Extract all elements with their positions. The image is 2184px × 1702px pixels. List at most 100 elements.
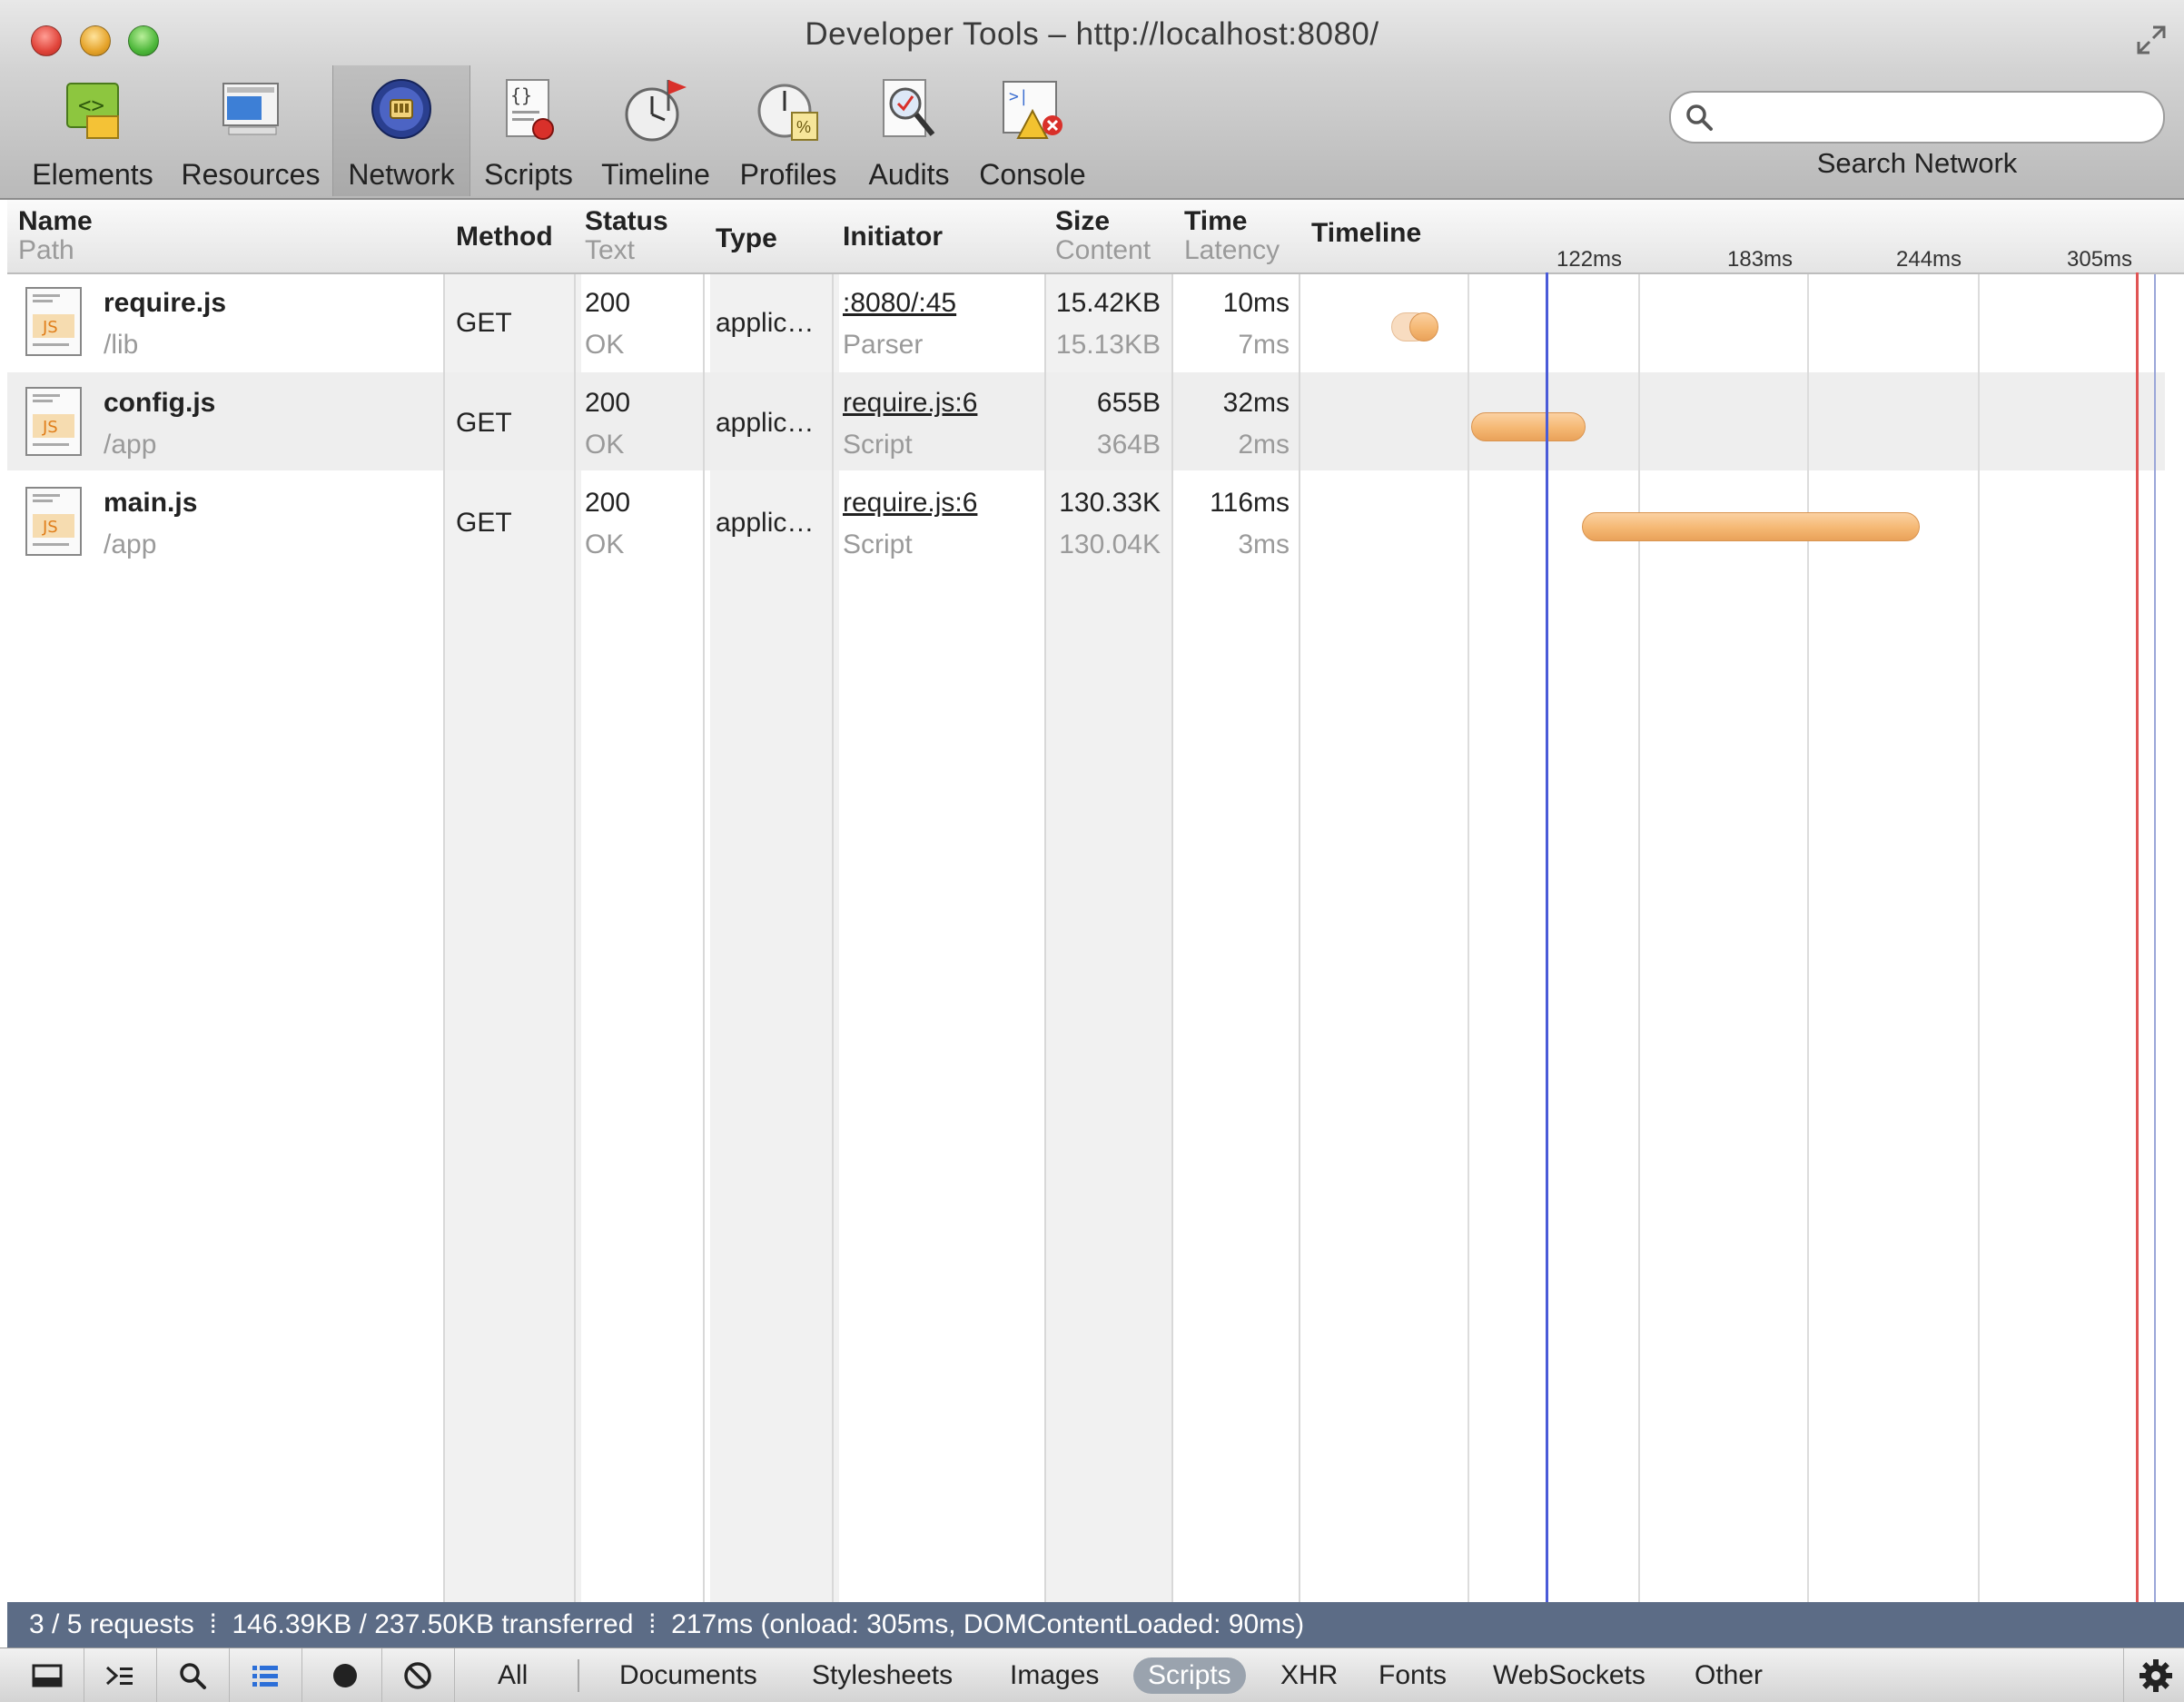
status-summary-bar: 3 / 5 requests ⁞ 146.39KB / 237.50KB tra… [7, 1602, 2184, 1648]
tab-profiles[interactable]: % Profiles [734, 65, 843, 196]
column-header-name[interactable]: Name Path [18, 207, 93, 265]
request-name[interactable]: main.js [104, 487, 197, 520]
tab-audits[interactable]: Audits [859, 65, 959, 196]
settings-button[interactable] [2123, 1648, 2184, 1702]
console-prompt-icon [105, 1666, 133, 1686]
record-button[interactable] [309, 1648, 382, 1702]
bottom-bar: All Documents Stylesheets Images Scripts… [0, 1648, 2184, 1702]
summary-text: 3 / 5 requests ⁞ 146.39KB / 237.50KB tra… [29, 1609, 1305, 1639]
devtools-window: Developer Tools – http://localhost:8080/… [0, 0, 2184, 1702]
request-initiator-type: Parser [843, 330, 924, 360]
column-subtitle: Latency [1184, 235, 1280, 265]
column-header-status[interactable]: Status Text [585, 207, 668, 265]
dock-button[interactable] [11, 1648, 84, 1702]
search-input[interactable] [1724, 100, 2145, 134]
record-icon [333, 1664, 357, 1687]
filter-all[interactable]: All [498, 1657, 528, 1694]
fullscreen-icon[interactable] [2135, 24, 2168, 56]
column-title: Time [1184, 206, 1248, 236]
request-latency: 2ms [1238, 430, 1290, 460]
filter-images[interactable]: Images [1010, 1657, 1099, 1694]
tab-label: Elements [32, 158, 153, 191]
timeline-gridline [1468, 200, 1469, 1602]
request-status-text: OK [585, 330, 625, 360]
tab-label: Scripts [484, 158, 573, 191]
filter-documents[interactable]: Documents [619, 1657, 757, 1694]
console-drawer-button[interactable] [84, 1648, 157, 1702]
filter-scripts[interactable]: Scripts [1133, 1657, 1246, 1694]
request-initiator-link[interactable]: require.js:6 [843, 487, 977, 520]
large-rows-toggle[interactable] [229, 1648, 302, 1702]
column-divider [443, 200, 445, 1602]
column-title: Status [585, 206, 668, 236]
column-header-size[interactable]: Size Content [1055, 207, 1151, 265]
request-name[interactable]: config.js [104, 387, 215, 420]
column-header-timeline[interactable]: Timeline [1311, 218, 1421, 249]
column-divider [703, 200, 705, 1602]
elements-icon: <> [66, 83, 119, 139]
timeline-gridline [1638, 200, 1640, 1602]
filter-stylesheets[interactable]: Stylesheets [812, 1657, 953, 1694]
request-size: 655B [1096, 388, 1161, 418]
request-type: applic… [716, 308, 815, 338]
request-time: 32ms [1222, 388, 1290, 418]
tab-resources[interactable]: Resources [178, 65, 323, 196]
gear-icon [2140, 1659, 2172, 1692]
tab-label: Network [348, 158, 455, 191]
table-header: Name Path Method Status Text Type Initia… [7, 200, 2184, 274]
tab-label: Resources [181, 158, 321, 191]
request-content-size: 15.13KB [1055, 330, 1161, 360]
request-initiator-type: Script [843, 430, 913, 460]
js-file-icon: JS [25, 487, 82, 556]
tab-scripts[interactable]: {} Scripts [474, 65, 583, 196]
scripts-icon: {} [506, 79, 554, 140]
timeline-bar[interactable] [1409, 312, 1438, 341]
request-initiator-type: Script [843, 529, 913, 559]
request-time: 10ms [1222, 288, 1290, 318]
column-header-initiator[interactable]: Initiator [843, 222, 943, 252]
console-icon: >| [1003, 81, 1062, 139]
filter-xhr[interactable]: XHR [1280, 1657, 1338, 1694]
dock-icon [32, 1664, 63, 1687]
request-name[interactable]: require.js [104, 287, 226, 320]
column-divider [1299, 200, 1300, 1602]
timeline-tick-label: 305ms [2067, 247, 2133, 272]
column-divider [832, 200, 834, 1602]
request-status-text: OK [585, 430, 625, 460]
dom-content-loaded-marker [1546, 272, 1548, 1675]
tab-elements[interactable]: <> Elements [20, 65, 165, 196]
filter-divider [578, 1659, 579, 1692]
tab-console[interactable]: >| Console [973, 65, 1092, 196]
column-header-type[interactable]: Type [716, 223, 777, 254]
timeline-bar[interactable] [1471, 412, 1586, 441]
filter-other[interactable]: Other [1695, 1657, 1763, 1694]
column-header-method[interactable]: Method [456, 222, 553, 252]
svg-text:>|: >| [1009, 87, 1029, 106]
timeline-tick-label: 183ms [1727, 247, 1794, 272]
search-box[interactable] [1669, 91, 2165, 143]
search-button[interactable] [156, 1648, 230, 1702]
timeline-gridline [1807, 200, 1809, 1602]
clear-button[interactable] [381, 1648, 455, 1702]
tab-timeline[interactable]: Timeline [592, 65, 719, 196]
filter-websockets[interactable]: WebSockets [1493, 1657, 1645, 1694]
column-header-time[interactable]: Time Latency [1184, 207, 1280, 265]
filter-fonts[interactable]: Fonts [1379, 1657, 1447, 1694]
request-time: 116ms [1210, 488, 1290, 518]
request-method: GET [456, 508, 512, 538]
tab-network[interactable]: Network [332, 65, 470, 196]
column-title: Name [18, 206, 93, 236]
svg-text:<>: <> [78, 93, 104, 118]
request-method: GET [456, 308, 512, 338]
window-title: Developer Tools – http://localhost:8080/ [805, 16, 1379, 52]
request-initiator-link[interactable]: require.js:6 [843, 387, 977, 420]
tab-label: Profiles [739, 158, 837, 191]
request-initiator-link[interactable]: :8080/:45 [843, 287, 956, 320]
svg-text:JS: JS [42, 418, 58, 437]
request-type: applic… [716, 508, 815, 538]
request-latency: 7ms [1238, 330, 1290, 360]
request-latency: 3ms [1238, 529, 1290, 559]
svg-text:JS: JS [42, 318, 58, 337]
timeline-bar[interactable] [1582, 512, 1920, 541]
request-status: 200 [585, 388, 631, 418]
